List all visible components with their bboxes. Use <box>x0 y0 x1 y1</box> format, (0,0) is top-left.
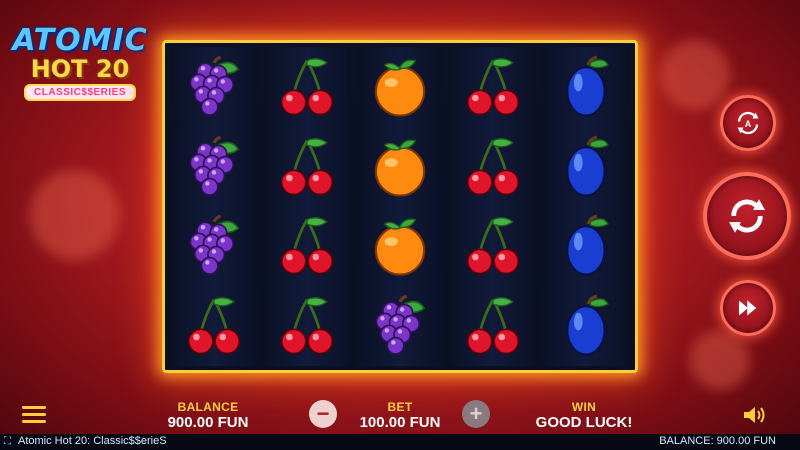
orange-icon <box>374 139 426 197</box>
orange-symbol <box>357 127 444 207</box>
win-label: WIN <box>571 400 597 414</box>
game-logo: ATOMIC HOT 20 CLASSIC$$ERIES <box>4 26 156 110</box>
spin-button[interactable] <box>703 172 791 260</box>
plum-icon <box>565 55 609 117</box>
orange-icon <box>374 59 426 117</box>
grapes-icon <box>189 135 240 196</box>
bet-increase-button[interactable]: + <box>462 400 490 428</box>
background-glow <box>690 330 750 390</box>
cherries-icon <box>466 297 519 355</box>
cherries-symbol <box>264 286 351 366</box>
orange-icon <box>374 218 426 277</box>
status-footer: ⛶ Atomic Hot 20: Classic$$erieS BALANCE:… <box>0 434 800 450</box>
reel-column <box>356 47 444 366</box>
balance-display: BALANCE 900.00 FUN <box>158 400 258 431</box>
autoplay-button[interactable]: A <box>720 95 776 151</box>
cherries-symbol <box>171 286 258 366</box>
spin-icon <box>729 199 765 233</box>
reel-column <box>171 47 258 366</box>
grapes-symbol <box>171 47 258 127</box>
grapes-icon <box>189 55 240 116</box>
svg-text:A: A <box>745 119 752 129</box>
orange-symbol <box>357 47 444 127</box>
reel-column <box>263 47 351 366</box>
logo-series-badge: CLASSIC$$ERIES <box>23 84 137 101</box>
grapes-symbol <box>171 207 258 287</box>
bet-display: BET 100.00 FUN <box>350 400 450 431</box>
cherries-icon <box>466 217 519 275</box>
plum-icon <box>565 135 609 197</box>
cherries-symbol <box>449 127 536 207</box>
logo-title: ATOMIC <box>12 23 148 58</box>
footer-balance: BALANCE: 900.00 FUN <box>659 435 776 447</box>
bet-label: BET <box>387 400 413 414</box>
footer-game-title: Atomic Hot 20: Classic$$erieS <box>18 435 167 447</box>
grapes-icon <box>189 215 240 276</box>
grapes-symbol <box>171 127 258 207</box>
balance-value: 900.00 FUN <box>167 414 249 431</box>
cherries-symbol <box>449 207 536 287</box>
plum-symbol <box>542 127 629 207</box>
fullscreen-icon[interactable]: ⛶ <box>4 436 11 447</box>
speaker-button[interactable] <box>742 404 768 426</box>
cherries-icon <box>188 297 241 355</box>
autoplay-icon: A <box>737 111 759 135</box>
win-display: WIN GOOD LUCK! <box>534 400 634 431</box>
reel-column <box>449 47 537 366</box>
bet-value: 100.00 FUN <box>359 414 441 431</box>
win-value: GOOD LUCK! <box>535 414 633 431</box>
orange-symbol <box>357 207 444 287</box>
reel-grid <box>162 40 638 373</box>
grapes-icon <box>375 294 426 355</box>
cherries-icon <box>281 137 334 195</box>
cherries-symbol <box>449 286 536 366</box>
menu-button[interactable] <box>22 406 46 427</box>
plum-icon <box>565 294 609 356</box>
cherries-symbol <box>264 127 351 207</box>
cherries-icon <box>281 58 334 116</box>
fast-forward-icon <box>739 300 757 316</box>
menu-icon <box>22 406 46 409</box>
cherries-icon <box>281 217 334 275</box>
cherries-icon <box>281 297 334 355</box>
plum-icon <box>565 215 609 277</box>
logo-subtitle: HOT 20 <box>30 55 130 83</box>
cherries-symbol <box>449 47 536 127</box>
cherries-icon <box>466 58 519 116</box>
cherries-symbol <box>264 207 351 287</box>
bet-decrease-button[interactable]: − <box>309 400 337 428</box>
background-glow <box>30 170 120 260</box>
plum-symbol <box>542 47 629 127</box>
cherries-icon <box>466 137 519 195</box>
grapes-symbol <box>357 286 444 366</box>
cherries-symbol <box>264 47 351 127</box>
plum-symbol <box>542 207 629 287</box>
turbo-button[interactable] <box>720 280 776 336</box>
background-glow <box>660 40 730 110</box>
bottom-bar: BALANCE 900.00 FUN − BET 100.00 FUN + WI… <box>0 394 800 434</box>
plum-symbol <box>542 286 629 366</box>
reel-column <box>542 47 629 366</box>
balance-label: BALANCE <box>177 400 239 414</box>
